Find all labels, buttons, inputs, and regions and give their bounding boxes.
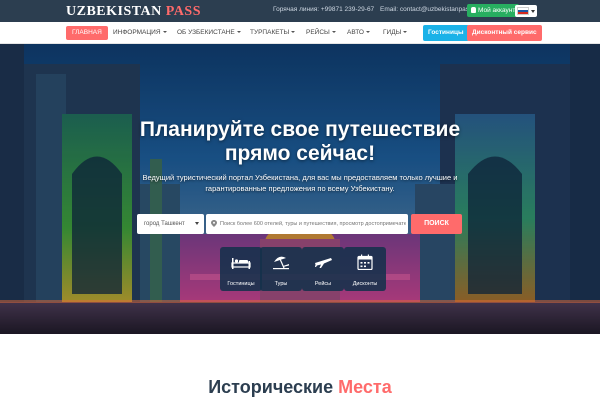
category-discounts[interactable]: Дисконты: [344, 247, 386, 291]
category-flights[interactable]: Рейсы: [302, 247, 344, 291]
category-hotels-label: Гостиницы: [227, 281, 255, 287]
hotline-text: Горячая линия: +99871 239-29-67: [273, 6, 375, 13]
calendar-icon: [357, 254, 373, 270]
category-hotels[interactable]: Гостиницы: [220, 247, 262, 291]
hotels-button[interactable]: Гостиницы: [423, 25, 469, 41]
category-discounts-label: Дисконты: [352, 281, 378, 287]
hero-subtitle: Ведущий туристический портал Узбекистана…: [142, 173, 458, 193]
nav-item-tour-packages[interactable]: ТУРПАКЕТЫ: [247, 26, 298, 40]
chevron-down-icon: [331, 31, 336, 33]
my-account-button[interactable]: Мой аккаунт: [467, 4, 520, 17]
city-select[interactable]: город Ташкент: [137, 214, 204, 234]
russian-flag-icon: [517, 7, 529, 15]
section-heading-historic-places: Исторические Места: [208, 377, 392, 397]
language-selector[interactable]: [515, 5, 537, 17]
nav-item-home[interactable]: ГЛАВНАЯ: [66, 26, 108, 40]
chevron-down-icon: [403, 31, 408, 33]
nav-item-guides[interactable]: ГИДЫ: [380, 26, 410, 40]
contact-info: Горячая линия: +99871 239-29-67 Email: c…: [273, 6, 490, 13]
chevron-down-icon: [291, 31, 296, 33]
site-logo[interactable]: UZBEKISTAN PASS: [66, 4, 201, 20]
location-pin-icon: [211, 220, 217, 227]
nav-item-auto[interactable]: АВТО: [344, 26, 373, 40]
logo-word-uzbekistan: UZBEKISTAN: [66, 4, 162, 19]
search-input[interactable]: [220, 214, 406, 234]
search-field[interactable]: [206, 214, 408, 234]
user-icon: [471, 7, 476, 13]
nav-item-info[interactable]: ИНФОРМАЦИЯ: [110, 26, 170, 40]
hero-banner: Планируйте свое путешествие прямо сейчас…: [0, 44, 600, 334]
logo-word-pass: PASS: [165, 4, 201, 19]
my-account-label: Мой аккаунт: [478, 7, 516, 14]
discount-service-button[interactable]: Дисконтный сервис: [467, 25, 542, 41]
chevron-down-icon: [365, 31, 370, 33]
bed-icon: [231, 258, 251, 269]
chevron-down-icon: [162, 31, 167, 33]
hero-heading: Планируйте свое путешествие прямо сейчас…: [139, 118, 461, 165]
nav-item-about-uzbekistan[interactable]: ОБ УЗБЕКИСТАНЕ: [174, 26, 244, 40]
chevron-down-icon: [531, 10, 535, 13]
airplane-icon: [315, 258, 332, 268]
nav-item-flights[interactable]: РЕЙСЫ: [303, 26, 339, 40]
main-nav: ГЛАВНАЯ ИНФОРМАЦИЯ ОБ УЗБЕКИСТАНЕ ТУРПАК…: [0, 22, 600, 44]
category-tours[interactable]: Туры: [260, 247, 302, 291]
top-bar: UZBEKISTAN PASS Горячая линия: +99871 239…: [0, 0, 600, 22]
category-flights-label: Рейсы: [314, 281, 332, 287]
category-tours-label: Туры: [274, 281, 288, 287]
chevron-down-icon: [195, 222, 199, 225]
search-button[interactable]: ПОИСК: [411, 214, 462, 234]
beach-umbrella-icon: [273, 256, 289, 270]
chevron-down-icon: [236, 31, 241, 33]
